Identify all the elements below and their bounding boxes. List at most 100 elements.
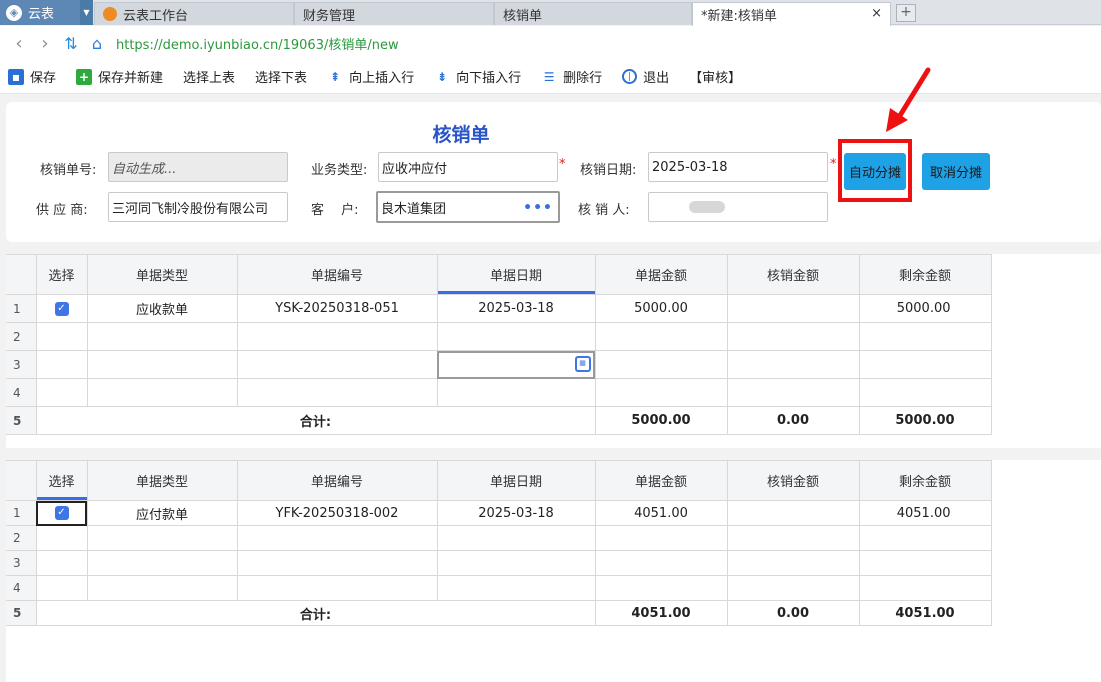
doc-type-cell[interactable]: 应付款单 (86, 500, 238, 526)
col-doc-date[interactable]: 单据日期 (436, 460, 596, 501)
doc-amount-cell[interactable] (594, 322, 728, 351)
tab-workbench[interactable]: 云表工作台 (94, 2, 294, 25)
more-icon[interactable]: ••• (523, 200, 553, 216)
doc-type-cell[interactable] (86, 350, 238, 379)
doc-code-cell[interactable]: YFK-20250318-002 (236, 500, 438, 526)
back-icon[interactable]: ‹ (6, 30, 32, 56)
doc-code-cell[interactable] (236, 525, 438, 551)
doc-type-cell[interactable] (86, 550, 238, 576)
doc-type-cell[interactable] (86, 322, 238, 351)
table-row[interactable]: 3 ▦ (6, 350, 992, 379)
doc-code-cell[interactable] (236, 575, 438, 601)
doc-amount-cell[interactable] (594, 575, 728, 601)
home-icon[interactable]: ⌂ (84, 30, 110, 56)
writeoff-cell[interactable] (726, 322, 860, 351)
doc-code-cell[interactable]: YSK-20250318-051 (236, 294, 438, 323)
col-remain-amount[interactable]: 剩余金额 (858, 254, 992, 295)
save-new-button[interactable]: + 保存并新建 (76, 67, 163, 86)
tab-finance[interactable]: 财务管理 (294, 2, 494, 25)
table-row[interactable]: 4 (6, 575, 992, 601)
col-doc-code[interactable]: 单据编号 (236, 460, 438, 501)
doc-code-cell[interactable] (236, 378, 438, 407)
table-row[interactable]: 2 (6, 525, 992, 551)
select-cell[interactable] (35, 550, 88, 576)
remain-cell[interactable] (858, 350, 992, 379)
remain-cell[interactable] (858, 575, 992, 601)
select-cell[interactable]: ✓ (35, 294, 88, 323)
calendar-icon[interactable]: ▦ (574, 356, 591, 372)
doc-date-cell[interactable] (436, 575, 596, 601)
col-select[interactable]: 选择 (35, 254, 88, 295)
exit-button[interactable]: | 退出 (622, 67, 669, 86)
doc-code-cell[interactable] (236, 550, 438, 576)
col-doc-amount[interactable]: 单据金额 (594, 460, 728, 501)
col-remain-amount[interactable]: 剩余金额 (858, 460, 992, 501)
doc-date-cell[interactable] (436, 550, 596, 576)
doc-date-cell[interactable] (436, 378, 596, 407)
remain-cell[interactable] (858, 378, 992, 407)
table-row[interactable]: 3 (6, 550, 992, 576)
operator-field[interactable] (648, 192, 828, 222)
remain-cell[interactable] (858, 550, 992, 576)
col-doc-type[interactable]: 单据类型 (86, 460, 238, 501)
tab-new-writeoff[interactable]: *新建:核销单 × (692, 2, 891, 26)
save-button[interactable]: ▪ 保存 (8, 67, 56, 86)
doc-date-cell[interactable]: 2025-03-18 (436, 500, 596, 526)
doc-date-cell[interactable]: 2025-03-18 (436, 294, 596, 323)
remain-cell[interactable]: 5000.00 (858, 294, 992, 323)
refresh-icon[interactable]: ⇅ (58, 30, 84, 56)
doc-amount-cell[interactable] (594, 350, 728, 379)
doc-amount-cell[interactable] (594, 378, 728, 407)
cancel-allocate-button[interactable]: 取消分摊 (922, 153, 990, 190)
select-next-table-button[interactable]: 选择下表 (255, 67, 307, 86)
writeoff-cell[interactable] (726, 378, 860, 407)
doc-date-cell[interactable] (436, 322, 596, 351)
new-tab-button[interactable]: + (896, 4, 916, 22)
writeoff-cell[interactable] (726, 550, 860, 576)
col-doc-amount[interactable]: 单据金额 (594, 254, 728, 295)
doc-code-cell[interactable] (236, 322, 438, 351)
insert-row-below-button[interactable]: ⇟ 向下插入行 (434, 67, 521, 87)
checkbox-checked-icon[interactable]: ✓ (54, 301, 69, 316)
doc-amount-cell[interactable]: 4051.00 (594, 500, 728, 526)
supplier-field[interactable]: 三河同飞制冷股份有限公司 (108, 192, 288, 222)
select-cell[interactable] (35, 575, 88, 601)
doc-date-cell[interactable] (436, 525, 596, 551)
doc-type-cell[interactable] (86, 575, 238, 601)
remain-cell[interactable] (858, 322, 992, 351)
insert-row-above-button[interactable]: ⇞ 向上插入行 (327, 67, 414, 87)
select-cell[interactable] (35, 350, 88, 379)
table-row[interactable]: 2 (6, 322, 992, 351)
select-prev-table-button[interactable]: 选择上表 (183, 67, 235, 86)
checkbox-checked-icon[interactable]: ✓ (54, 506, 69, 520)
app-menu-button[interactable]: ◈ 云表 (0, 0, 80, 25)
col-writeoff-amount[interactable]: 核销金额 (726, 460, 860, 501)
col-doc-type[interactable]: 单据类型 (86, 254, 238, 295)
remain-cell[interactable] (858, 525, 992, 551)
col-doc-code[interactable]: 单据编号 (236, 254, 438, 295)
doc-type-cell[interactable] (86, 525, 238, 551)
doc-date-cell-editing[interactable]: ▦ (436, 350, 596, 379)
writeoff-cell[interactable] (726, 525, 860, 551)
col-doc-date[interactable]: 单据日期 (436, 254, 596, 295)
app-dropdown-icon[interactable]: ▼ (80, 0, 93, 25)
close-icon[interactable]: × (871, 6, 882, 21)
select-cell-selected[interactable]: ✓ (35, 500, 88, 526)
writeoff-cell[interactable] (726, 500, 860, 526)
audit-button[interactable]: 【审核】 (689, 67, 741, 86)
doc-type-cell[interactable] (86, 378, 238, 407)
table-row[interactable]: 1 ✓ 应收款单 YSK-20250318-051 2025-03-18 500… (6, 294, 992, 323)
doc-amount-cell[interactable]: 5000.00 (594, 294, 728, 323)
remain-cell[interactable]: 4051.00 (858, 500, 992, 526)
doc-code-cell[interactable] (236, 350, 438, 379)
table-row[interactable]: 4 (6, 378, 992, 407)
writeoff-cell[interactable] (726, 350, 860, 379)
select-cell[interactable] (35, 525, 88, 551)
col-select[interactable]: 选择 (35, 460, 88, 501)
customer-field[interactable]: 良木道集团 ••• (376, 191, 560, 223)
doc-amount-cell[interactable] (594, 525, 728, 551)
writeoff-cell[interactable] (726, 575, 860, 601)
table-row[interactable]: 1 ✓ 应付款单 YFK-20250318-002 2025-03-18 405… (6, 500, 992, 526)
number-field[interactable]: 自动生成... (108, 152, 288, 182)
forward-icon[interactable]: › (32, 30, 58, 56)
